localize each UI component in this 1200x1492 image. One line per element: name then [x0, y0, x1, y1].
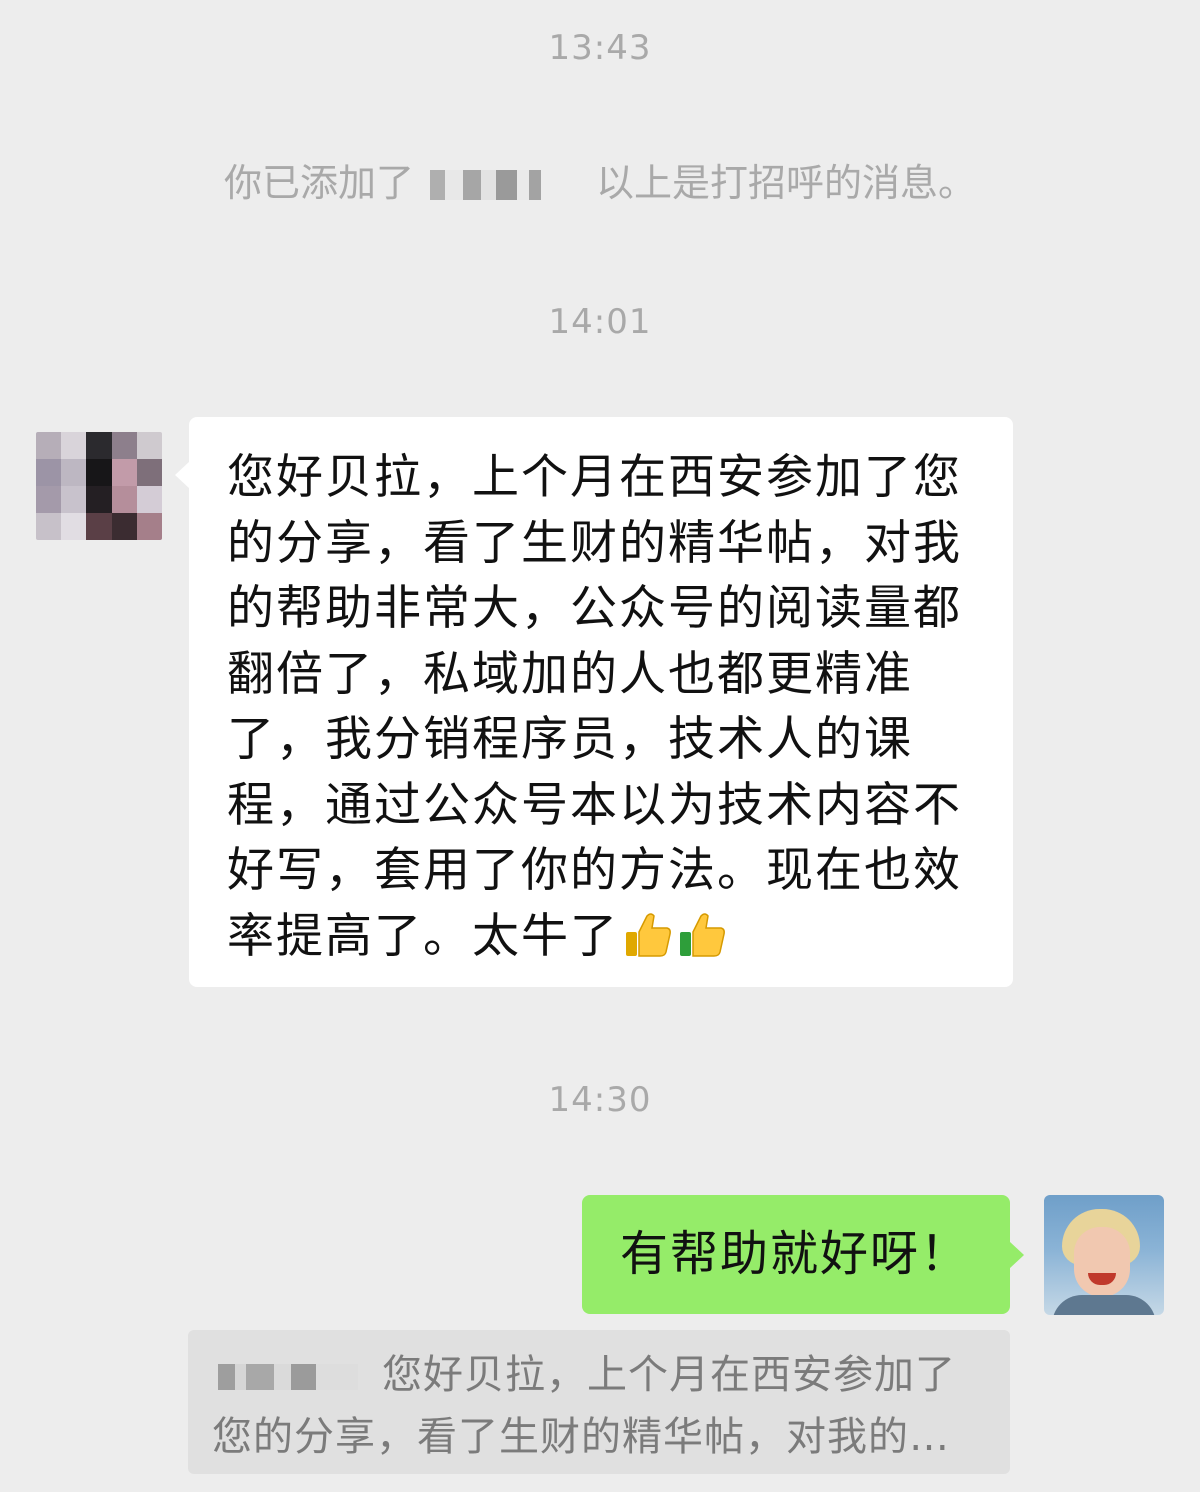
- message-line: 的帮助非常大，公众号的阅读量都: [227, 581, 962, 636]
- avatar-mosaic-cell: [136, 486, 162, 513]
- system-message: 你已添加了 以上是打招呼的消息。: [0, 152, 1200, 207]
- avatar-mosaic-cell: [86, 513, 112, 540]
- avatar-mosaic-cell: [36, 486, 62, 513]
- timestamp: 14:01: [548, 302, 652, 342]
- timestamp: 14:30: [548, 1080, 652, 1120]
- avatar-mosaic-cell: [111, 432, 137, 459]
- message-line: 的分享，看了生财的精华帖，对我: [227, 515, 962, 571]
- message-line: 了，我分销程序员，技术人的课: [227, 712, 913, 767]
- avatar-mosaic-cell: [136, 513, 162, 540]
- avatar-mosaic-cell: [136, 432, 162, 459]
- avatar-mosaic-cell: [86, 432, 112, 459]
- avatar-mosaic-cell: [111, 513, 137, 540]
- avatar-mosaic-cell: [61, 486, 87, 513]
- avatar-mosaic-cell: [36, 513, 62, 540]
- outgoing-message-text: 有帮助就好呀！: [620, 1226, 971, 1282]
- incoming-message-bubble[interactable]: 您好贝拉，上个月在西安参加了您 的分享，看了生财的精华帖，对我 的帮助非常大，公…: [175, 417, 1013, 987]
- avatar-mosaic-cell: [111, 486, 137, 513]
- avatar-mosaic-cell: [61, 513, 87, 540]
- avatar-mosaic-cell: [36, 432, 62, 459]
- avatar-mosaic-cell: [86, 486, 112, 513]
- system-message-prefix: 你已添加了: [223, 161, 414, 205]
- timestamp: 13:43: [548, 28, 652, 68]
- quote-line: 您好贝拉，上个月在西安参加了: [212, 1344, 986, 1406]
- quote-text: 您好贝拉，上个月在西安参加了: [382, 1352, 956, 1398]
- message-line: 率提高了。太牛了: [227, 904, 983, 970]
- message-line-text: 率提高了。太牛了: [227, 908, 619, 964]
- message-line: 翻倍了，私域加的人也都更精准: [227, 646, 913, 702]
- avatar-mosaic-cell: [111, 459, 137, 486]
- message-line: 程，通过公众号本以为技术内容不: [227, 777, 962, 833]
- avatar-mosaic-cell: [61, 432, 87, 459]
- redacted-contact-name: [430, 170, 580, 200]
- avatar-mosaic-cell: [136, 459, 162, 486]
- avatar-mosaic-cell: [61, 459, 87, 486]
- avatar-face: [1074, 1227, 1130, 1297]
- quote-line: 您的分享，看了生财的精华帖，对我的…: [212, 1414, 950, 1460]
- thumbs-up-icon: [680, 912, 725, 957]
- redacted-quote-sender: [218, 1364, 358, 1390]
- avatar-shirt: [1052, 1295, 1156, 1315]
- system-message-suffix: 以上是打招呼的消息。: [596, 161, 977, 205]
- avatar-mosaic-cell: [36, 459, 62, 486]
- message-line: 您好贝拉，上个月在西安参加了您: [227, 450, 962, 505]
- thumbs-up-icon: [626, 912, 671, 957]
- outgoing-message-bubble[interactable]: 有帮助就好呀！: [582, 1195, 1024, 1314]
- user-avatar[interactable]: [1044, 1195, 1164, 1315]
- avatar-mosaic-cell: [86, 459, 112, 486]
- contact-avatar[interactable]: [36, 432, 162, 540]
- message-line: 好写，套用了你的方法。现在也效: [227, 843, 962, 898]
- quoted-message[interactable]: 您好贝拉，上个月在西安参加了 您的分享，看了生财的精华帖，对我的…: [188, 1330, 1010, 1474]
